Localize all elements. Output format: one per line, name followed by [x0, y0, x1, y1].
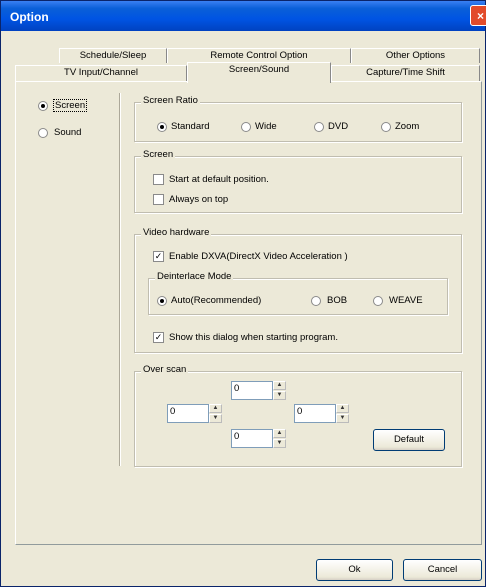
overscan-top-input[interactable]: 0 — [231, 381, 273, 400]
close-icon[interactable]: × — [470, 5, 486, 26]
title-bar[interactable]: Option × — [1, 1, 486, 31]
start-default-checkbox[interactable] — [153, 174, 164, 185]
screen-legend: Screen — [141, 149, 176, 160]
default-button[interactable]: Default — [373, 429, 445, 451]
ratio-zoom-radio[interactable] — [381, 122, 391, 132]
sound-radio-label[interactable]: Sound — [54, 127, 81, 138]
overscan-right-input[interactable]: 0 — [294, 404, 336, 423]
overscan-left-up-icon[interactable]: ▲ — [209, 404, 222, 413]
overscan-top-up-icon[interactable]: ▲ — [273, 381, 286, 390]
ratio-standard-label[interactable]: Standard — [171, 121, 210, 132]
ratio-dvd-radio[interactable] — [314, 122, 324, 132]
ratio-wide-radio[interactable] — [241, 122, 251, 132]
overscan-top-spinner[interactable]: 0 ▲ ▼ — [231, 381, 287, 400]
cancel-button[interactable]: Cancel — [403, 559, 482, 581]
deinterlace-bob-radio[interactable] — [311, 296, 321, 306]
overscan-left-input[interactable]: 0 — [167, 404, 209, 423]
overscan-right-spinner[interactable]: 0 ▲ ▼ — [294, 404, 350, 423]
screen-radio[interactable] — [38, 101, 48, 111]
tab-screen-sound[interactable]: Screen/Sound — [187, 62, 331, 83]
overscan-legend: Over scan — [141, 364, 189, 375]
screen-ratio-legend: Screen Ratio — [141, 95, 200, 106]
tab-other-options[interactable]: Other Options — [351, 48, 480, 63]
show-dialog-checkbox[interactable]: ✓ — [153, 332, 164, 343]
overscan-top-down-icon[interactable]: ▼ — [273, 391, 286, 400]
overscan-bottom-down-icon[interactable]: ▼ — [273, 439, 286, 448]
deinterlace-auto-radio[interactable] — [157, 296, 167, 306]
option-dialog: Option × Schedule/Sleep Remote Control O… — [0, 0, 486, 587]
enable-dxva-checkbox[interactable]: ✓ — [153, 251, 164, 262]
show-dialog-label[interactable]: Show this dialog when starting program. — [169, 332, 338, 343]
deinterlace-weave-radio[interactable] — [373, 296, 383, 306]
tab-capture-time-shift[interactable]: Capture/Time Shift — [331, 65, 480, 82]
dialog-title: Option — [10, 10, 49, 24]
ok-button[interactable]: Ok — [316, 559, 393, 581]
always-on-top-label[interactable]: Always on top — [169, 194, 228, 205]
overscan-left-down-icon[interactable]: ▼ — [209, 414, 222, 423]
overscan-bottom-spinner[interactable]: 0 ▲ ▼ — [231, 429, 287, 448]
deinterlace-bob-label[interactable]: BOB — [327, 295, 347, 306]
ratio-zoom-label[interactable]: Zoom — [395, 121, 419, 132]
deinterlace-legend: Deinterlace Mode — [155, 271, 234, 282]
always-on-top-checkbox[interactable] — [153, 194, 164, 205]
overscan-left-spinner[interactable]: 0 ▲ ▼ — [167, 404, 223, 423]
overscan-bottom-input[interactable]: 0 — [231, 429, 273, 448]
ratio-standard-radio[interactable] — [157, 122, 167, 132]
tab-tv-input-channel[interactable]: TV Input/Channel — [15, 65, 187, 82]
ratio-dvd-label[interactable]: DVD — [328, 121, 348, 132]
deinterlace-auto-label[interactable]: Auto(Recommended) — [171, 295, 261, 306]
video-hardware-legend: Video hardware — [141, 227, 212, 238]
tab-schedule-sleep[interactable]: Schedule/Sleep — [59, 48, 167, 63]
screen-radio-label[interactable]: Screen — [53, 99, 88, 112]
overscan-bottom-up-icon[interactable]: ▲ — [273, 429, 286, 438]
ratio-wide-label[interactable]: Wide — [255, 121, 277, 132]
sidebar-divider — [119, 93, 121, 466]
overscan-right-up-icon[interactable]: ▲ — [336, 404, 349, 413]
tab-remote-control-option[interactable]: Remote Control Option — [167, 48, 351, 63]
start-default-label[interactable]: Start at default position. — [169, 174, 269, 185]
sound-radio[interactable] — [38, 128, 48, 138]
enable-dxva-label[interactable]: Enable DXVA(DirectX Video Acceleration ) — [169, 251, 348, 262]
overscan-right-down-icon[interactable]: ▼ — [336, 414, 349, 423]
deinterlace-weave-label[interactable]: WEAVE — [389, 295, 423, 306]
